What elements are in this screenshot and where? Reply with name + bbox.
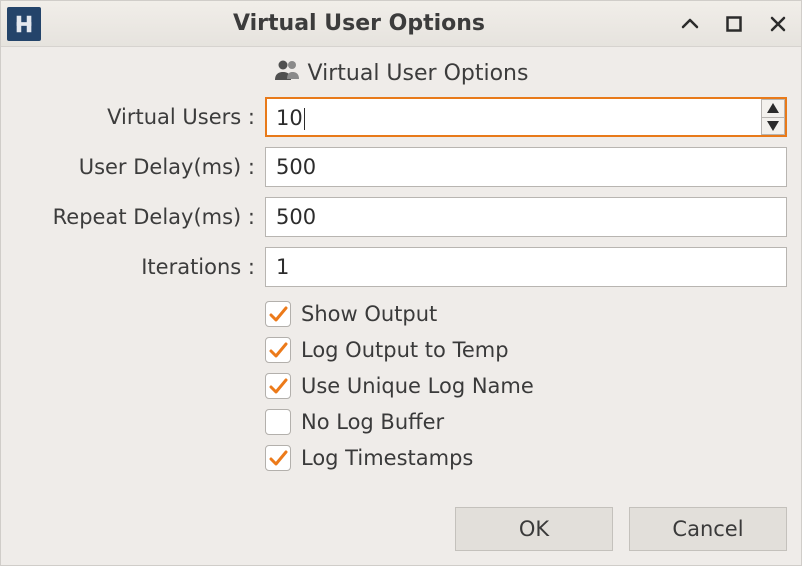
repeat-delay-label: Repeat Delay(ms) : bbox=[15, 205, 255, 229]
check-icon bbox=[268, 340, 288, 360]
iterations-label: Iterations : bbox=[15, 255, 255, 279]
ok-button[interactable]: OK bbox=[455, 507, 613, 551]
virtual-users-input[interactable]: 10 bbox=[265, 97, 787, 137]
users-icon bbox=[274, 59, 300, 87]
repeat-delay-input[interactable] bbox=[265, 197, 787, 237]
log-timestamps-label: Log Timestamps bbox=[301, 446, 473, 470]
user-delay-input[interactable] bbox=[265, 147, 787, 187]
chevron-down-icon bbox=[767, 121, 779, 131]
show-output-label: Show Output bbox=[301, 302, 437, 326]
iterations-input[interactable] bbox=[265, 247, 787, 287]
no-log-buffer-checkbox-row[interactable]: No Log Buffer bbox=[265, 409, 787, 435]
log-to-temp-checkbox[interactable] bbox=[265, 337, 291, 363]
spinner-down-button[interactable] bbox=[761, 118, 785, 136]
virtual-users-input-wrap: 10 bbox=[265, 97, 787, 137]
check-icon bbox=[268, 448, 288, 468]
window-controls bbox=[677, 11, 791, 37]
show-output-checkbox[interactable] bbox=[265, 301, 291, 327]
minimize-icon[interactable] bbox=[677, 11, 703, 37]
window-title: Virtual User Options bbox=[41, 11, 677, 36]
checkbox-group: Show Output Log Output to Temp Use Uniqu… bbox=[265, 297, 787, 471]
virtual-users-label: Virtual Users : bbox=[15, 105, 255, 129]
close-icon[interactable] bbox=[765, 11, 791, 37]
section-header: Virtual User Options bbox=[15, 59, 787, 87]
dialog-window: Virtual User Options Vi bbox=[0, 0, 802, 566]
show-output-checkbox-row[interactable]: Show Output bbox=[265, 301, 787, 327]
no-log-buffer-checkbox[interactable] bbox=[265, 409, 291, 435]
dialog-body: Virtual User Options Virtual Users : 10 … bbox=[1, 47, 801, 565]
user-delay-input-wrap bbox=[265, 147, 787, 187]
maximize-icon[interactable] bbox=[721, 11, 747, 37]
iterations-input-wrap bbox=[265, 247, 787, 287]
chevron-up-icon bbox=[767, 103, 779, 113]
cancel-button[interactable]: Cancel bbox=[629, 507, 787, 551]
unique-log-name-label: Use Unique Log Name bbox=[301, 374, 534, 398]
no-log-buffer-label: No Log Buffer bbox=[301, 410, 444, 434]
spinner-up-button[interactable] bbox=[761, 99, 785, 118]
unique-log-name-checkbox[interactable] bbox=[265, 373, 291, 399]
app-icon bbox=[7, 7, 41, 41]
form: Virtual Users : 10 User Delay(ms) : Repe… bbox=[15, 97, 787, 471]
unique-log-name-checkbox-row[interactable]: Use Unique Log Name bbox=[265, 373, 787, 399]
section-title: Virtual User Options bbox=[308, 61, 529, 86]
repeat-delay-input-wrap bbox=[265, 197, 787, 237]
button-row: OK Cancel bbox=[15, 493, 787, 551]
check-icon bbox=[268, 304, 288, 324]
log-to-temp-label: Log Output to Temp bbox=[301, 338, 509, 362]
text-caret bbox=[304, 108, 305, 130]
log-timestamps-checkbox[interactable] bbox=[265, 445, 291, 471]
log-timestamps-checkbox-row[interactable]: Log Timestamps bbox=[265, 445, 787, 471]
user-delay-label: User Delay(ms) : bbox=[15, 155, 255, 179]
virtual-users-value: 10 bbox=[276, 106, 303, 130]
check-icon bbox=[268, 376, 288, 396]
log-to-temp-checkbox-row[interactable]: Log Output to Temp bbox=[265, 337, 787, 363]
virtual-users-spinner bbox=[761, 99, 785, 135]
titlebar: Virtual User Options bbox=[1, 1, 801, 47]
